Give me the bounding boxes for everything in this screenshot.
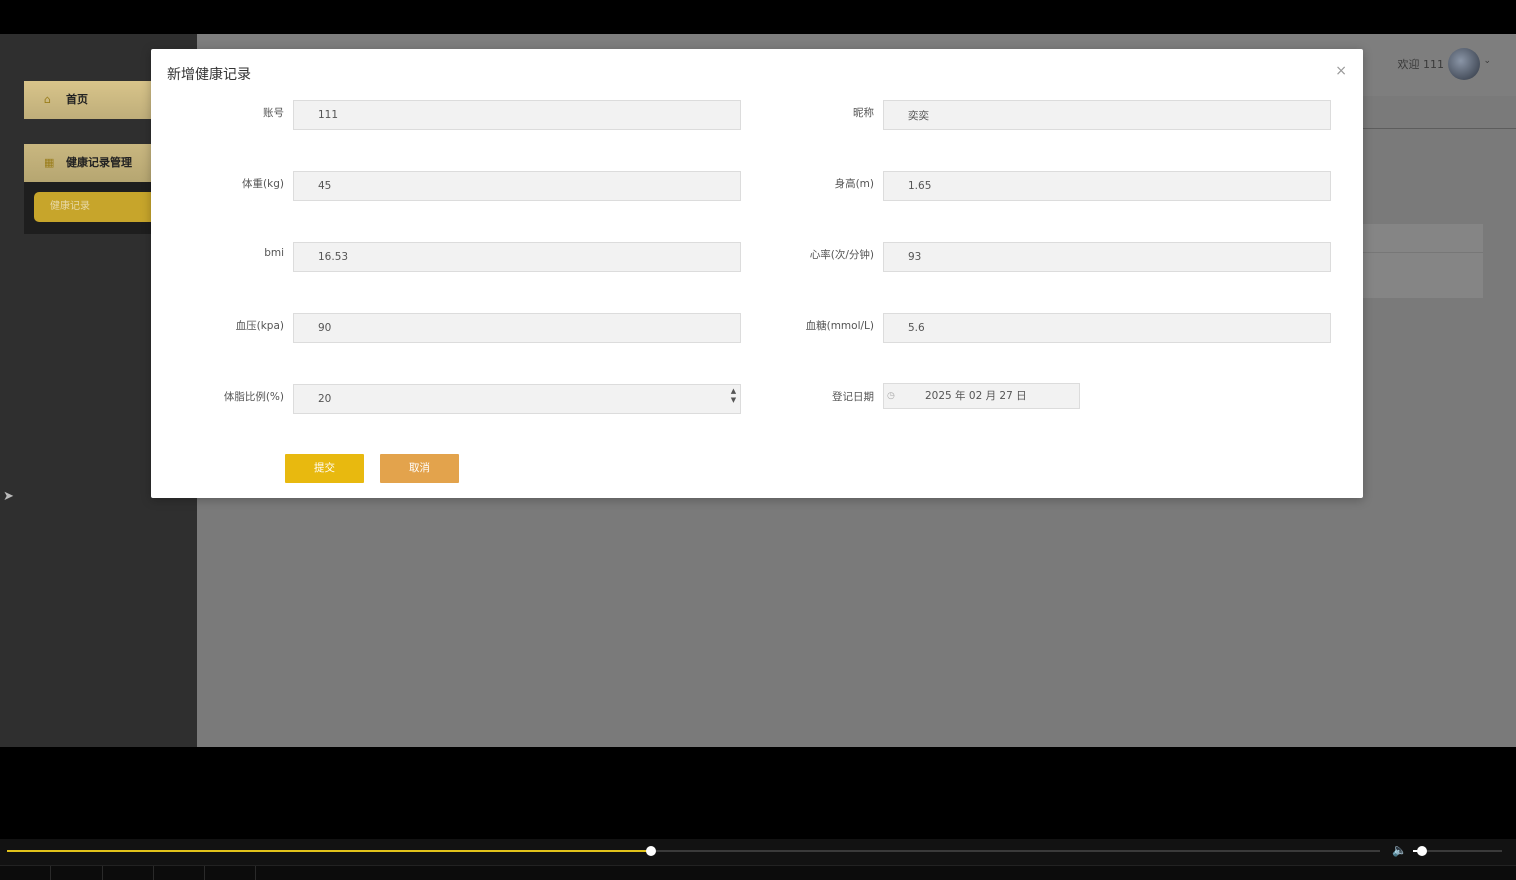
strip-divider: [50, 866, 51, 880]
mouse-cursor-icon: ➤: [3, 489, 14, 504]
close-icon[interactable]: ×: [1335, 63, 1347, 79]
blood-sugar-label: 血糖(mmol/L): [805, 320, 874, 332]
record-date-picker[interactable]: ◷ 2025 年 02 月 27 日: [883, 383, 1080, 409]
blood-sugar-input[interactable]: [883, 313, 1331, 343]
record-date-value: 2025 年 02 月 27 日: [925, 390, 1027, 402]
screen: ⌂ 首页 ▦ 健康记录管理 健康记录 欢迎 111 ⌄ 新增健康记录 × 账号 …: [0, 0, 1516, 880]
add-health-record-dialog: 新增健康记录 × 账号 昵称 体重(kg) 身高(m) bmi 心率(次/分钟)…: [151, 49, 1363, 498]
welcome-text: 欢迎 111: [1397, 58, 1445, 71]
background-table-divider: [1363, 252, 1483, 253]
strip-divider: [204, 866, 205, 880]
weight-input[interactable]: [293, 171, 741, 201]
home-icon: ⌂: [44, 93, 51, 106]
bmi-input[interactable]: [293, 242, 741, 272]
number-spinner[interactable]: ▲ ▼: [729, 387, 738, 409]
grid-icon: ▦: [44, 156, 55, 169]
heart-rate-input[interactable]: [883, 242, 1331, 272]
cancel-button[interactable]: 取消: [380, 454, 459, 483]
progress-track[interactable]: [7, 846, 1380, 856]
player-bottom-strip: [0, 865, 1516, 880]
avatar[interactable]: [1448, 48, 1480, 80]
nickname-input[interactable]: [883, 100, 1331, 130]
height-input[interactable]: [883, 171, 1331, 201]
sidebar-item-home-label: 首页: [66, 93, 88, 106]
heart-rate-label: 心率(次/分钟): [809, 249, 874, 261]
blood-pressure-label: 血压(kpa): [235, 320, 284, 332]
record-date-label: 登记日期: [832, 391, 874, 403]
progress-fill: [7, 850, 651, 852]
nickname-label: 昵称: [853, 107, 874, 119]
volume-handle[interactable]: [1416, 846, 1427, 856]
body-fat-input[interactable]: [293, 384, 741, 414]
volume-icon[interactable]: 🔈: [1392, 843, 1407, 857]
bmi-label: bmi: [264, 247, 284, 259]
account-label: 账号: [263, 107, 284, 119]
dialog-title: 新增健康记录: [167, 67, 251, 83]
blood-pressure-input[interactable]: [293, 313, 741, 343]
sidebar-item-health-records-label: 健康记录管理: [66, 156, 132, 169]
account-input[interactable]: [293, 100, 741, 130]
strip-divider: [153, 866, 154, 880]
strip-divider: [255, 866, 256, 880]
submit-button[interactable]: 提交: [285, 454, 364, 483]
spin-up-icon[interactable]: ▲: [729, 387, 738, 396]
body-fat-field: ▲ ▼: [293, 384, 741, 414]
body-fat-label: 体脂比例(%): [223, 391, 284, 403]
clock-icon: ◷: [887, 391, 895, 401]
height-label: 身高(m): [834, 178, 874, 190]
chevron-down-icon[interactable]: ⌄: [1483, 56, 1491, 66]
video-player-controls: 🔈: [0, 839, 1516, 880]
strip-divider: [102, 866, 103, 880]
weight-label: 体重(kg): [242, 178, 284, 190]
video-frame: ⌂ 首页 ▦ 健康记录管理 健康记录 欢迎 111 ⌄ 新增健康记录 × 账号 …: [0, 34, 1516, 747]
background-table-panel: [1363, 224, 1483, 298]
spin-down-icon[interactable]: ▼: [729, 396, 738, 405]
progress-handle[interactable]: [645, 846, 656, 856]
volume-track[interactable]: [1413, 846, 1502, 856]
